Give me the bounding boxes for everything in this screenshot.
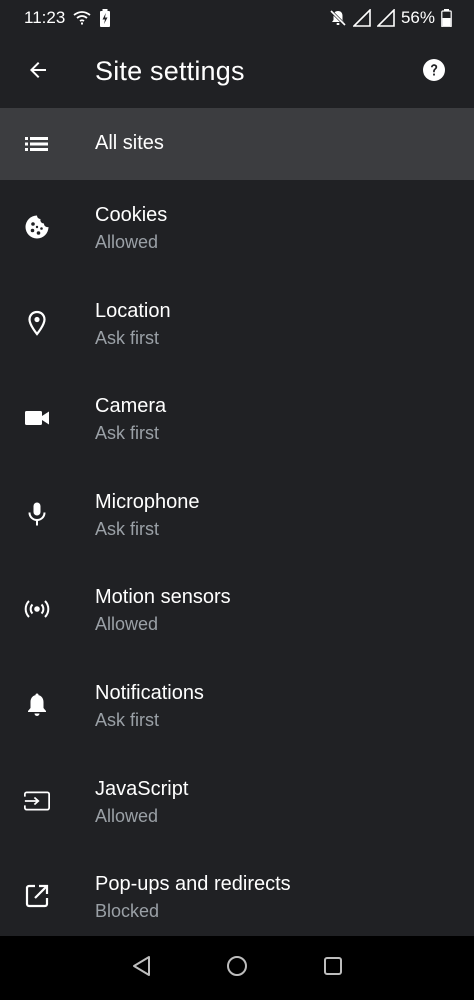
nav-home-button[interactable] bbox=[223, 954, 251, 982]
all-sites-item[interactable]: All sites bbox=[0, 108, 474, 180]
setting-status: Ask first bbox=[95, 709, 160, 730]
app-bar: Site settings bbox=[0, 36, 474, 108]
arrow-back-icon bbox=[26, 58, 50, 87]
setting-title: JavaScript bbox=[95, 777, 189, 800]
help-icon bbox=[422, 58, 446, 87]
nav-recents-button[interactable] bbox=[319, 954, 347, 982]
circle-home-icon bbox=[226, 955, 248, 982]
setting-title: Pop-ups and redirects bbox=[95, 873, 291, 896]
setting-status: Ask first bbox=[95, 423, 160, 444]
setting-title: Motion sensors bbox=[95, 586, 231, 609]
triangle-back-icon bbox=[131, 955, 153, 982]
setting-status: Allowed bbox=[95, 614, 159, 635]
setting-status: Ask first bbox=[95, 327, 160, 348]
setting-item-camera[interactable]: Camera Ask first bbox=[0, 371, 474, 467]
open-in-new-icon bbox=[24, 883, 50, 909]
sensors-icon bbox=[24, 596, 50, 622]
javascript-icon bbox=[24, 788, 50, 814]
setting-item-notifications[interactable]: Notifications Ask first bbox=[0, 658, 474, 754]
status-bar: 11:23 56% bbox=[0, 0, 474, 36]
page-title: Site settings bbox=[95, 56, 245, 86]
microphone-icon bbox=[24, 501, 50, 527]
setting-status: Ask first bbox=[95, 518, 160, 539]
setting-title: Camera bbox=[95, 395, 167, 418]
battery-icon bbox=[441, 9, 452, 27]
status-left: 11:23 bbox=[24, 8, 111, 28]
cookie-icon bbox=[24, 214, 50, 240]
status-right: 56% bbox=[329, 8, 452, 28]
setting-status: Allowed bbox=[95, 232, 159, 252]
location-pin-icon bbox=[24, 310, 50, 336]
status-time: 11:23 bbox=[24, 8, 66, 27]
setting-status: Allowed bbox=[95, 805, 159, 826]
notifications-off-icon bbox=[329, 9, 347, 27]
setting-title: Microphone bbox=[95, 490, 200, 513]
back-button[interactable] bbox=[16, 48, 60, 96]
setting-item-microphone[interactable]: Microphone Ask first bbox=[0, 467, 474, 563]
system-nav-bar bbox=[0, 936, 474, 1000]
setting-title: Location bbox=[95, 299, 171, 322]
battery-charging-icon bbox=[99, 9, 111, 27]
bell-icon bbox=[24, 692, 50, 718]
signal-icon-2 bbox=[376, 9, 395, 27]
setting-title: Cookies bbox=[95, 204, 168, 226]
square-recents-icon bbox=[322, 955, 344, 982]
signal-icon bbox=[352, 9, 371, 27]
setting-item-motion-sensors[interactable]: Motion sensors Allowed bbox=[0, 562, 474, 658]
help-button[interactable] bbox=[412, 50, 456, 94]
setting-status: Blocked bbox=[95, 901, 160, 922]
wifi-icon bbox=[73, 10, 91, 26]
setting-title: Notifications bbox=[95, 681, 204, 704]
list-icon bbox=[24, 132, 50, 156]
setting-item-javascript[interactable]: JavaScript Allowed bbox=[0, 754, 474, 850]
camera-icon bbox=[24, 405, 50, 431]
nav-back-button[interactable] bbox=[128, 954, 156, 982]
setting-item-location[interactable]: Location Ask first bbox=[0, 276, 474, 372]
setting-item-cookies[interactable]: Cookies Allowed bbox=[0, 180, 474, 276]
settings-list: Cookies Allowed Location Ask first Camer… bbox=[0, 180, 474, 945]
all-sites-label: All sites bbox=[95, 132, 164, 154]
setting-item-popups[interactable]: Pop-ups and redirects Blocked bbox=[0, 849, 474, 945]
battery-percent: 56% bbox=[400, 8, 435, 27]
